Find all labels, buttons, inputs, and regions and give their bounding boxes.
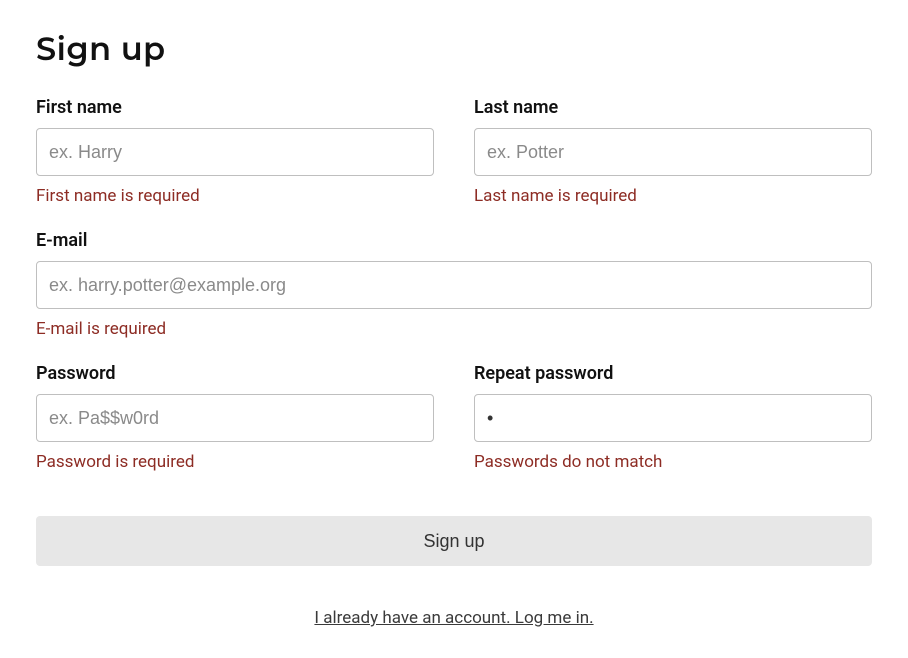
first-name-field: First name First name is required [36, 97, 434, 206]
first-name-label: First name [36, 97, 434, 118]
password-error: Password is required [36, 452, 434, 472]
last-name-error: Last name is required [474, 186, 872, 206]
email-error: E-mail is required [36, 319, 872, 339]
email-input[interactable] [36, 261, 872, 309]
repeat-password-error: Passwords do not match [474, 452, 872, 472]
page-title: Sign up [36, 30, 872, 69]
repeat-password-field: Repeat password Passwords do not match [474, 363, 872, 472]
password-input[interactable] [36, 394, 434, 442]
signup-form: First name First name is required Last n… [36, 97, 872, 628]
last-name-field: Last name Last name is required [474, 97, 872, 206]
signup-button[interactable]: Sign up [36, 516, 872, 566]
login-link-wrap: I already have an account. Log me in. [36, 608, 872, 628]
password-field: Password Password is required [36, 363, 434, 472]
email-field: E-mail E-mail is required [36, 230, 872, 339]
repeat-password-input[interactable] [474, 394, 872, 442]
email-label: E-mail [36, 230, 872, 251]
last-name-input[interactable] [474, 128, 872, 176]
login-link[interactable]: I already have an account. Log me in. [314, 608, 593, 628]
first-name-error: First name is required [36, 186, 434, 206]
first-name-input[interactable] [36, 128, 434, 176]
last-name-label: Last name [474, 97, 872, 118]
repeat-password-label: Repeat password [474, 363, 872, 384]
password-label: Password [36, 363, 434, 384]
